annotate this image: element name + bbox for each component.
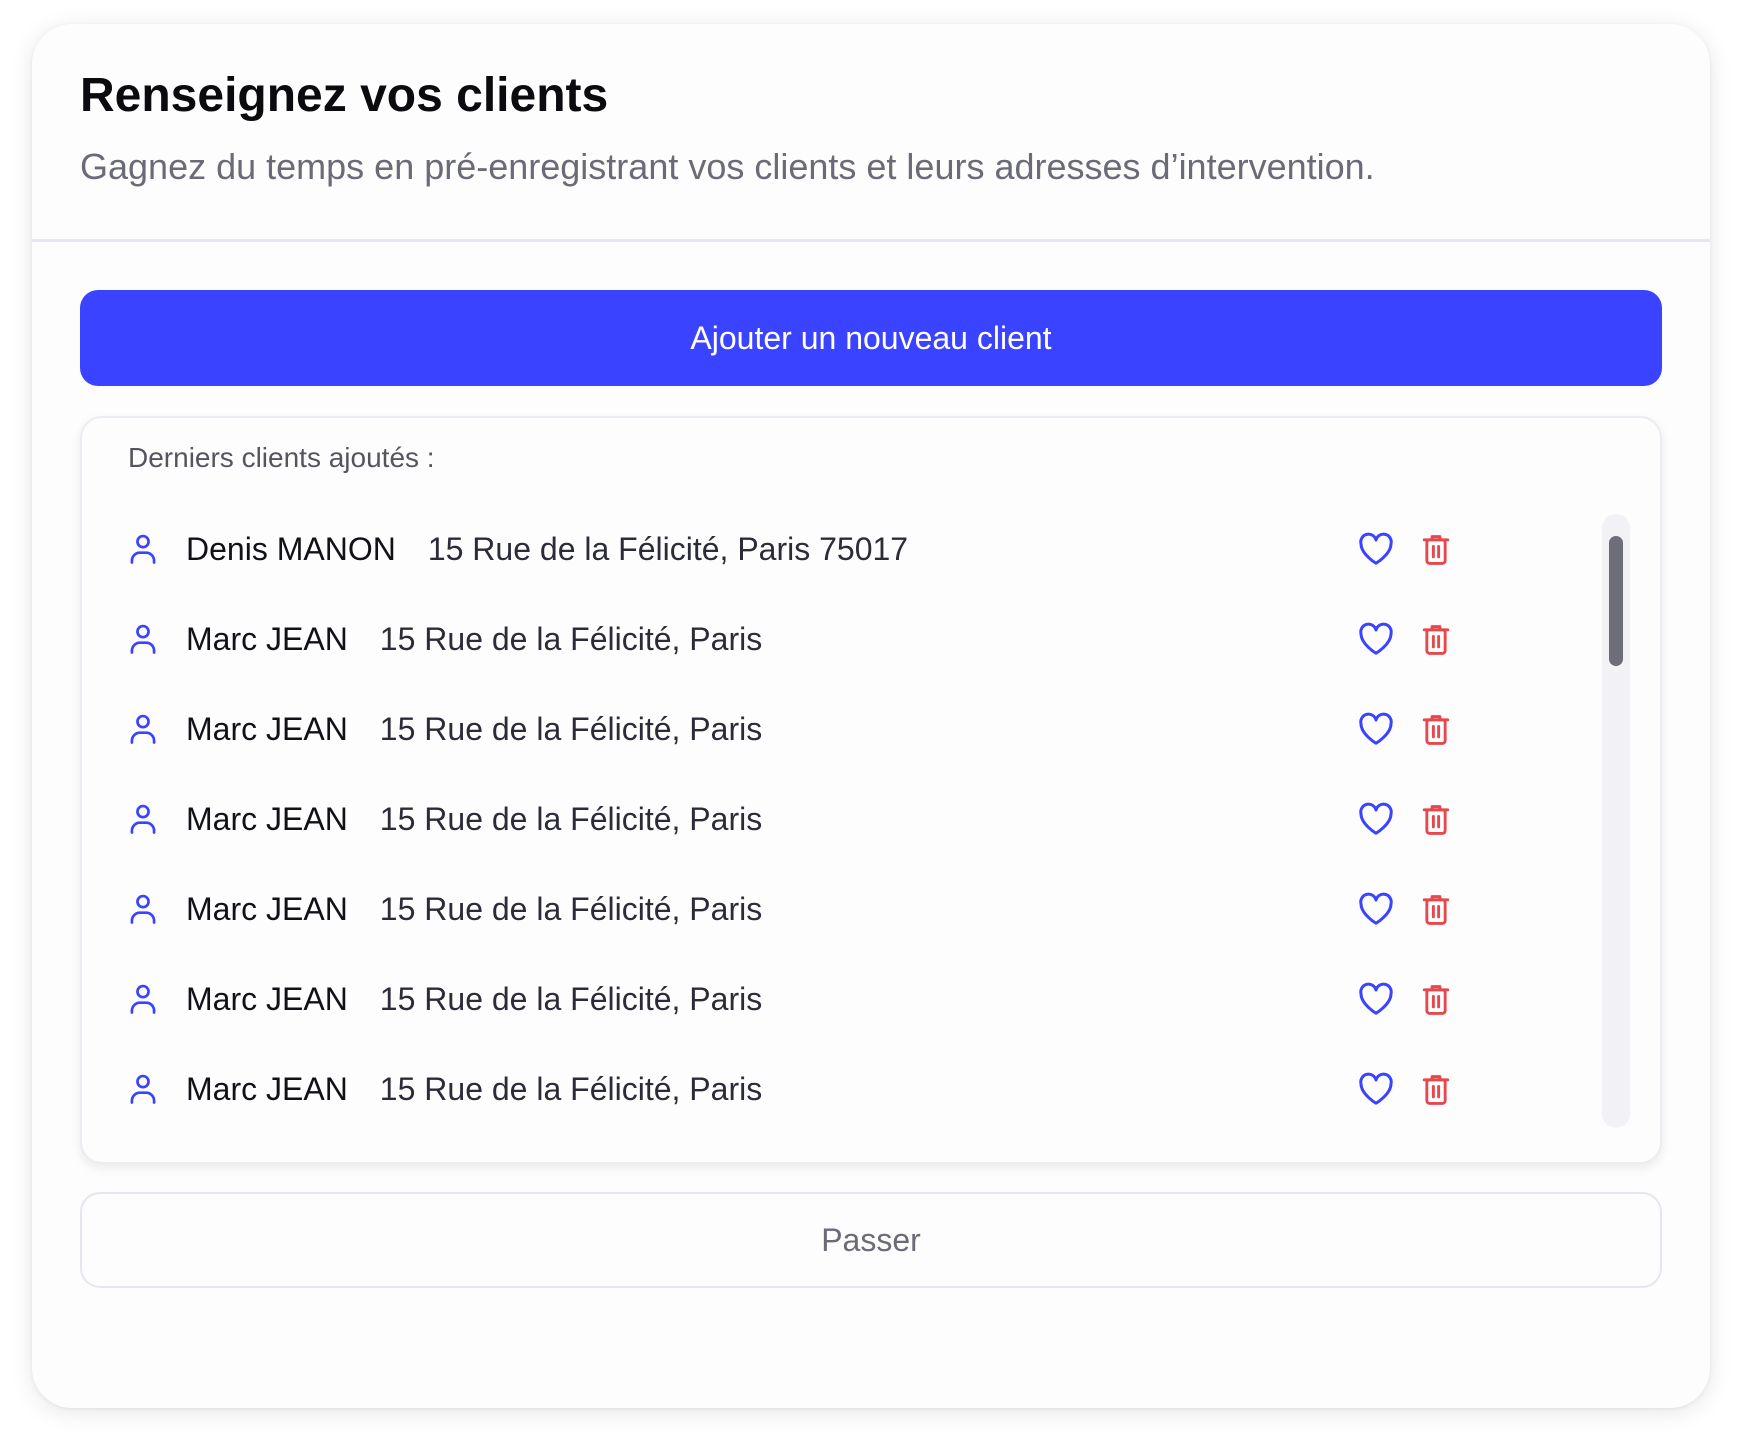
heart-icon[interactable] — [1356, 1069, 1396, 1109]
trash-icon[interactable] — [1416, 979, 1456, 1019]
client-list: Denis MANON 15 Rue de la Félicité, Paris… — [126, 504, 1456, 1134]
heart-icon[interactable] — [1356, 799, 1396, 839]
card-header: Renseignez vos clients Gagnez du temps e… — [32, 24, 1710, 242]
client-address: 15 Rue de la Félicité, Paris — [379, 800, 763, 837]
user-icon — [126, 622, 160, 656]
user-icon — [126, 802, 160, 836]
recent-clients-panel: Derniers clients ajoutés : Denis MANON 1… — [80, 416, 1662, 1164]
client-name: Marc JEAN — [186, 800, 348, 837]
heart-icon[interactable] — [1356, 979, 1396, 1019]
client-name: Marc JEAN — [186, 890, 348, 927]
page-subtitle: Gagnez du temps en pré-enregistrant vos … — [80, 145, 1375, 187]
client-name: Marc JEAN — [186, 620, 348, 657]
trash-icon[interactable] — [1416, 1069, 1456, 1109]
trash-icon[interactable] — [1416, 529, 1456, 569]
skip-button[interactable]: Passer — [80, 1192, 1662, 1288]
client-row[interactable]: Marc JEAN 15 Rue de la Félicité, Paris — [126, 774, 1456, 864]
client-address: 15 Rue de la Félicité, Paris — [379, 1070, 763, 1107]
client-row[interactable]: Denis MANON 15 Rue de la Félicité, Paris… — [126, 504, 1456, 594]
client-row[interactable]: Marc JEAN 15 Rue de la Félicité, Paris — [126, 864, 1456, 954]
row-actions — [1356, 954, 1456, 1044]
row-actions — [1356, 594, 1456, 684]
page-title: Renseignez vos clients — [80, 69, 609, 122]
heart-icon[interactable] — [1356, 709, 1396, 749]
client-address: 15 Rue de la Félicité, Paris — [379, 890, 763, 927]
row-actions — [1356, 1044, 1456, 1134]
client-name: Denis MANON — [186, 530, 396, 567]
recent-clients-heading: Derniers clients ajoutés : — [128, 442, 435, 473]
user-icon — [126, 532, 160, 566]
user-icon — [126, 982, 160, 1016]
scrollbar-thumb[interactable] — [1609, 536, 1623, 666]
client-row[interactable]: Marc JEAN 15 Rue de la Félicité, Paris — [126, 684, 1456, 774]
heart-icon[interactable] — [1356, 619, 1396, 659]
client-address: 15 Rue de la Félicité, Paris — [379, 980, 763, 1017]
client-row[interactable]: Marc JEAN 15 Rue de la Félicité, Paris — [126, 1044, 1456, 1134]
client-name: Marc JEAN — [186, 1070, 348, 1107]
onboarding-card: Renseignez vos clients Gagnez du temps e… — [32, 24, 1710, 1408]
user-icon — [126, 892, 160, 926]
client-row[interactable]: Marc JEAN 15 Rue de la Félicité, Paris — [126, 954, 1456, 1044]
trash-icon[interactable] — [1416, 709, 1456, 749]
trash-icon[interactable] — [1416, 799, 1456, 839]
add-client-button[interactable]: Ajouter un nouveau client — [80, 290, 1662, 386]
user-icon — [126, 712, 160, 746]
row-actions — [1356, 504, 1456, 594]
client-row[interactable]: Marc JEAN 15 Rue de la Félicité, Paris — [126, 594, 1456, 684]
client-name: Marc JEAN — [186, 710, 348, 747]
row-actions — [1356, 684, 1456, 774]
client-name: Marc JEAN — [186, 980, 348, 1017]
scrollbar-track[interactable] — [1602, 514, 1630, 1128]
trash-icon[interactable] — [1416, 889, 1456, 929]
row-actions — [1356, 774, 1456, 864]
client-address: 15 Rue de la Félicité, Paris 75017 — [427, 530, 909, 567]
row-actions — [1356, 864, 1456, 954]
user-icon — [126, 1072, 160, 1106]
client-address: 15 Rue de la Félicité, Paris — [379, 620, 763, 657]
trash-icon[interactable] — [1416, 619, 1456, 659]
client-address: 15 Rue de la Félicité, Paris — [379, 710, 763, 747]
heart-icon[interactable] — [1356, 889, 1396, 929]
heart-icon[interactable] — [1356, 529, 1396, 569]
